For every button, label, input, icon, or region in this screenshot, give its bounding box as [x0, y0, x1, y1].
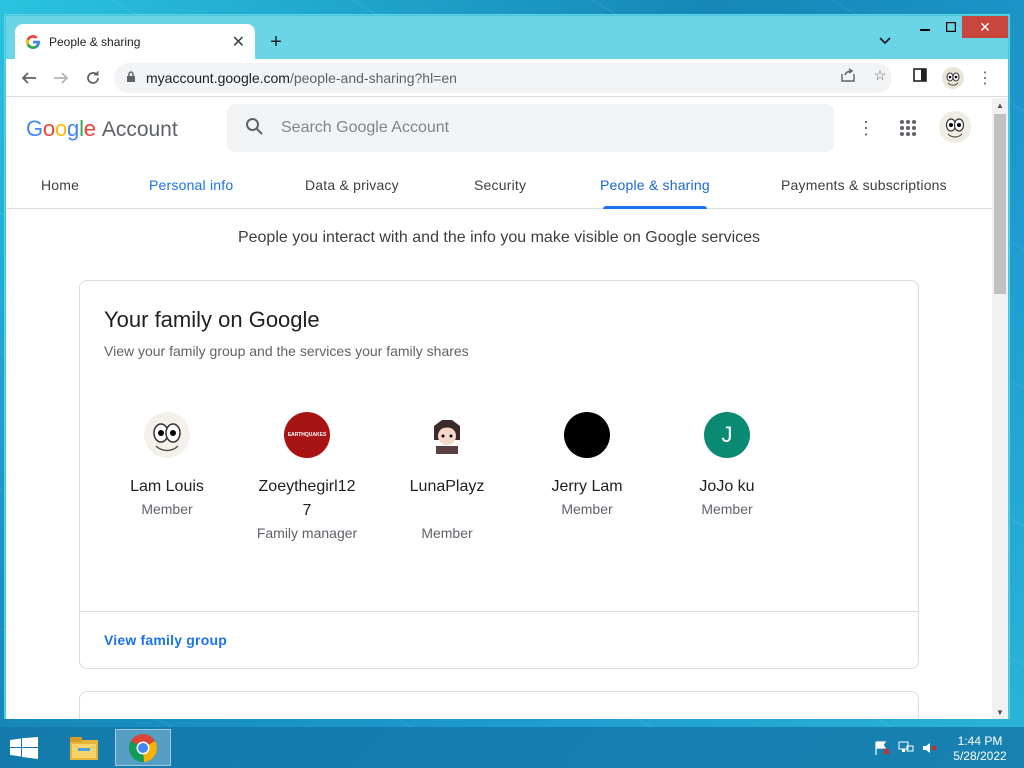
tab-personal-info[interactable]: Personal info: [149, 160, 233, 209]
tab-security[interactable]: Security: [474, 160, 526, 209]
account-logo-suffix: Account: [101, 118, 178, 141]
browser-toolbar: myaccount.google.com/people-and-sharing?…: [6, 59, 1008, 97]
search-placeholder: Search Google Account: [281, 119, 450, 136]
member-avatar: J: [704, 412, 750, 458]
member-role: Member: [561, 501, 613, 517]
family-member[interactable]: Lam Louis Member: [107, 412, 227, 517]
browser-tab[interactable]: People & sharing ✕: [15, 24, 255, 59]
account-avatar[interactable]: [939, 111, 971, 143]
clock-date: 5/28/2022: [953, 749, 1007, 763]
reload-icon[interactable]: [82, 67, 104, 89]
avatar-letter: J: [721, 422, 733, 447]
family-card-subtitle: View your family group and the services …: [104, 343, 469, 359]
taskbar: 1:44 PM 5/28/2022: [0, 727, 1024, 768]
tab-data-privacy[interactable]: Data & privacy: [305, 160, 399, 209]
bookmark-star-icon[interactable]: ☆: [870, 65, 890, 85]
family-member[interactable]: LunaPlayz Member: [387, 412, 507, 541]
scrollbar-thumb[interactable]: [994, 114, 1006, 294]
google-account-logo[interactable]: Google Account: [26, 116, 178, 142]
tab-payments-subscriptions[interactable]: Payments & subscriptions: [781, 160, 947, 209]
avatar-text: EARTHQUAKES: [287, 432, 327, 438]
action-center-flag-icon[interactable]: [874, 741, 890, 755]
view-family-group-link[interactable]: View family group: [104, 632, 227, 648]
tab-people-sharing[interactable]: People & sharing: [600, 160, 710, 209]
browser-window: People & sharing ✕ + ✕ myaccount.google.…: [5, 15, 1009, 719]
close-window-button[interactable]: ✕: [962, 16, 1008, 38]
next-card: [79, 691, 919, 719]
member-name: Jerry Lam: [551, 478, 623, 495]
member-avatar: [564, 412, 610, 458]
more-options-icon[interactable]: ⋮: [854, 116, 878, 140]
page-scrollbar[interactable]: ▲ ▼: [992, 98, 1008, 719]
windows-start-icon[interactable]: [10, 737, 38, 759]
page-content: Google Account Search Google Account ⋮ H…: [6, 98, 992, 719]
apps-grid-icon[interactable]: [896, 116, 920, 140]
url-domain: myaccount.google.com: [146, 70, 290, 86]
account-nav-tabs: Home Personal info Data & privacy Securi…: [6, 160, 992, 209]
family-member[interactable]: J JoJo ku Member: [667, 412, 787, 517]
side-panel-icon[interactable]: [910, 65, 930, 85]
tab-strip: People & sharing ✕ + ✕: [6, 16, 1008, 59]
tab-home[interactable]: Home: [41, 160, 79, 209]
forward-arrow-icon[interactable]: [50, 67, 72, 89]
system-clock[interactable]: 1:44 PM 5/28/2022: [944, 734, 1016, 764]
family-card: Your family on Google View your family g…: [79, 280, 919, 669]
family-card-title: Your family on Google: [104, 307, 320, 332]
member-name: Lam Louis: [130, 478, 204, 495]
member-avatar: EARTHQUAKES: [284, 412, 330, 458]
address-bar[interactable]: myaccount.google.com/people-and-sharing?…: [114, 63, 892, 93]
close-tab-icon[interactable]: ✕: [232, 32, 245, 52]
chrome-taskbar-icon[interactable]: [115, 729, 171, 766]
clock-time: 1:44 PM: [957, 734, 1003, 748]
lock-icon[interactable]: [126, 70, 136, 86]
search-icon: [245, 117, 263, 140]
browser-menu-kebab-icon[interactable]: ⋮: [977, 67, 993, 89]
file-explorer-icon[interactable]: [56, 729, 112, 766]
google-logo-text: Google: [26, 116, 96, 141]
google-favicon-icon: [25, 34, 40, 49]
account-header: Google Account Search Google Account ⋮: [6, 98, 992, 160]
member-avatar: [144, 412, 190, 458]
member-role: Member: [701, 501, 753, 517]
network-icon[interactable]: [898, 741, 914, 755]
family-member[interactable]: EARTHQUAKES Zoeythegirl12 7 Family manag…: [247, 412, 367, 541]
share-icon[interactable]: [838, 65, 858, 85]
tab-search-chevron-icon[interactable]: [876, 32, 894, 50]
member-role: Member: [421, 525, 473, 541]
member-avatar: [424, 412, 470, 458]
scroll-down-arrow-icon[interactable]: ▼: [992, 705, 1008, 719]
family-member[interactable]: Jerry Lam Member: [527, 412, 647, 517]
member-role: Family manager: [256, 525, 358, 541]
profile-avatar-small[interactable]: [942, 67, 964, 89]
scroll-up-arrow-icon[interactable]: ▲: [992, 98, 1008, 112]
page-intro-text: People you interact with and the info yo…: [237, 229, 761, 246]
url-path: /people-and-sharing?hl=en: [289, 70, 457, 86]
member-name: LunaPlayz: [409, 478, 485, 495]
new-tab-button[interactable]: +: [264, 30, 288, 54]
member-role: Member: [141, 501, 193, 517]
member-name: Zoeythegirl12 7: [258, 478, 356, 519]
tab-title: People & sharing: [49, 34, 141, 49]
volume-muted-icon[interactable]: [922, 741, 938, 755]
search-account-field[interactable]: Search Google Account: [227, 104, 834, 152]
back-arrow-icon[interactable]: [18, 67, 40, 89]
card-divider: [80, 611, 918, 612]
member-name: JoJo ku: [699, 478, 755, 495]
